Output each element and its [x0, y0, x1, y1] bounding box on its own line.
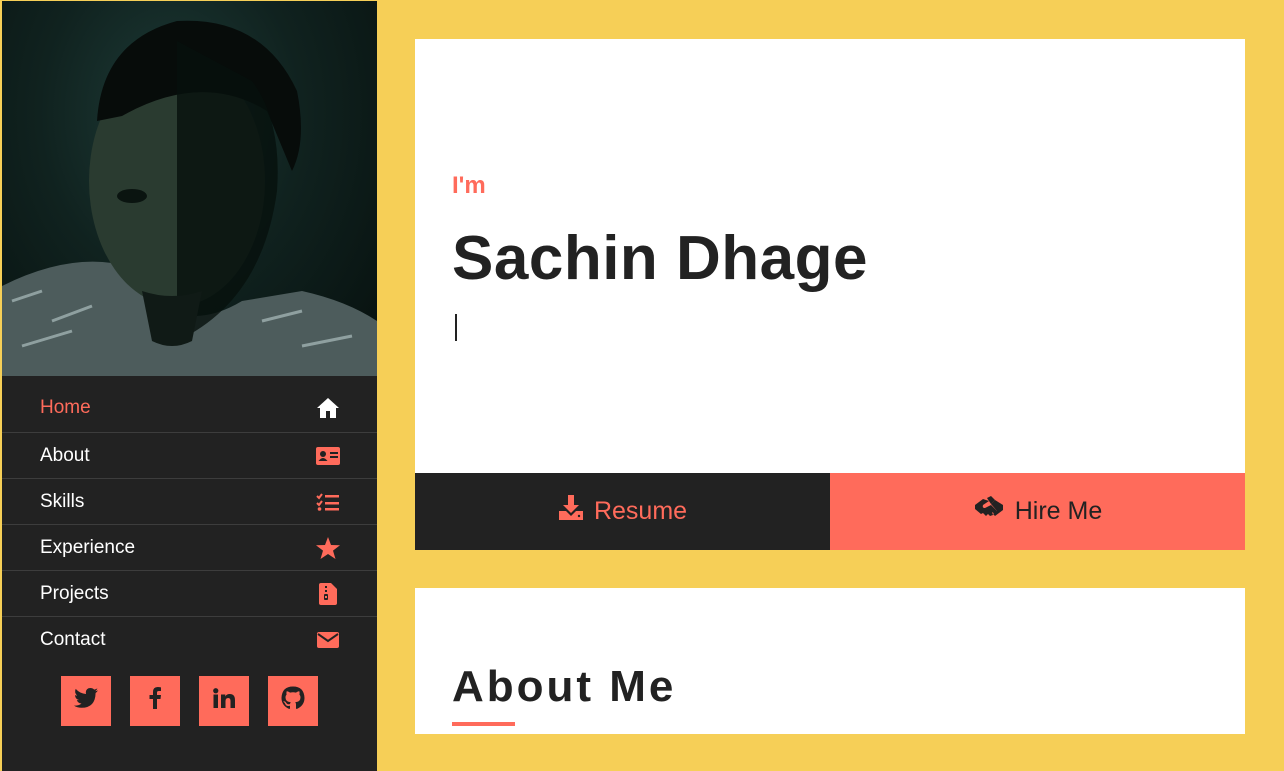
nav-label-projects: Projects: [40, 582, 109, 604]
hire-me-label: Hire Me: [1014, 497, 1103, 525]
nav-item-skills[interactable]: Skills: [2, 478, 377, 524]
nav-label-about: About: [40, 444, 90, 466]
resume-label: Resume: [593, 497, 688, 525]
nav-label-home: Home: [40, 397, 91, 418]
twitter-button[interactable]: [61, 676, 111, 726]
linkedin-button[interactable]: [199, 676, 249, 726]
nav-item-projects[interactable]: Projects: [2, 570, 377, 616]
hire-me-button[interactable]: Hire Me: [830, 473, 1245, 550]
star-icon: [316, 536, 340, 560]
social-links: [61, 676, 377, 726]
download-icon: [558, 495, 584, 528]
nav-item-about[interactable]: About: [2, 432, 377, 478]
sidebar: Home About Skills Experience Projects Co…: [2, 1, 377, 771]
home-icon: [316, 396, 340, 420]
nav-item-experience[interactable]: Experience: [2, 524, 377, 570]
profile-photo: [2, 1, 377, 376]
hero-actions: Resume Hire Me: [415, 473, 1245, 550]
heading-underline: [452, 722, 515, 726]
resume-button[interactable]: Resume: [415, 473, 830, 550]
nav-label-contact: Contact: [40, 628, 106, 650]
about-heading: About Me: [452, 662, 677, 711]
nav-label-experience: Experience: [40, 536, 136, 558]
facebook-icon: [149, 687, 161, 715]
hero-card: I'm Sachin Dhage Resume Hire Me: [415, 39, 1245, 550]
checklist-icon: [316, 490, 340, 514]
envelope-icon: [316, 628, 340, 652]
sidebar-nav: Home About Skills Experience Projects Co…: [2, 384, 377, 662]
nav-item-home[interactable]: Home: [2, 384, 377, 432]
about-card: About Me: [415, 588, 1245, 734]
typing-cursor: [455, 314, 457, 341]
id-card-icon: [316, 444, 340, 468]
linkedin-icon: [213, 688, 235, 714]
nav-item-contact[interactable]: Contact: [2, 616, 377, 662]
handshake-icon: [973, 495, 1005, 528]
intro-text: I'm: [452, 172, 486, 199]
page-title: Sachin Dhage: [452, 224, 868, 293]
file-zip-icon: [316, 582, 340, 606]
nav-label-skills: Skills: [40, 490, 85, 512]
github-button[interactable]: [268, 676, 318, 726]
github-icon: [281, 686, 305, 716]
facebook-button[interactable]: [130, 676, 180, 726]
twitter-icon: [74, 688, 98, 714]
